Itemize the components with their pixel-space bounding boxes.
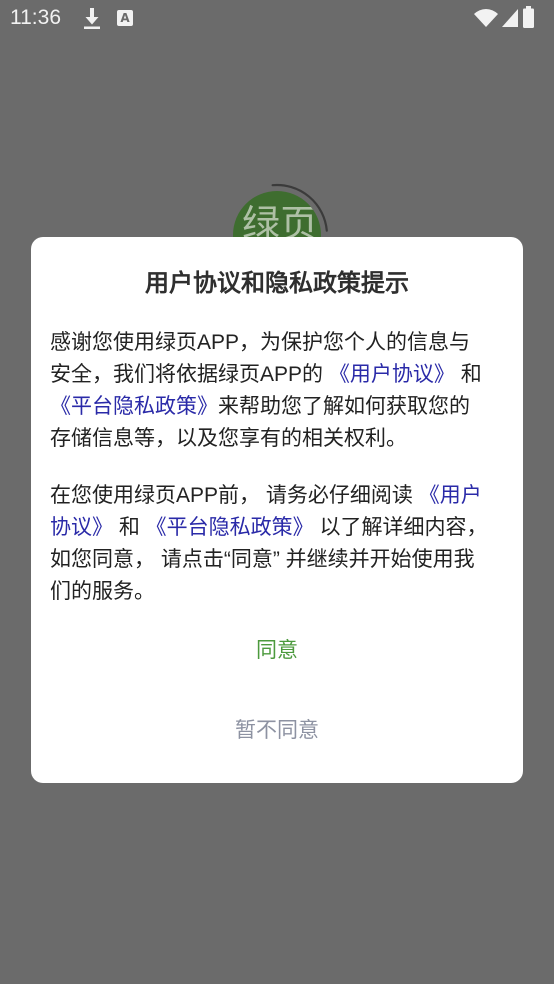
status-bar: 11:36 A [0, 0, 554, 37]
notice-connector: 和 [113, 516, 146, 539]
intro-connector: 和 [454, 363, 482, 386]
font-a-icon: A [117, 10, 133, 26]
privacy-dialog: 用户协议和隐私政策提示 感谢您使用绿页APP，为保护您个人的信息与安全，我们将依… [31, 237, 523, 783]
agree-button[interactable]: 同意 [31, 623, 523, 679]
signal-icon [502, 9, 518, 27]
privacy-policy-link[interactable]: 《平台隐私政策》 [50, 395, 218, 418]
download-icon [84, 8, 100, 29]
disagree-button[interactable]: 暂不同意 [31, 703, 523, 759]
notice-text-before: 在您使用绿页APP前， 请务必仔细阅读 [50, 484, 419, 507]
wifi-icon [474, 9, 498, 27]
notice-privacy-policy-link[interactable]: 《平台隐私政策》 [146, 516, 314, 539]
dialog-title: 用户协议和隐私政策提示 [145, 270, 409, 297]
battery-icon [523, 6, 534, 28]
screen: 11:36 A 绿页 用户协议和隐私政策提示 感谢您使用绿页APP，为保护您个人… [0, 0, 554, 984]
status-time: 11:36 [10, 6, 61, 29]
notice-paragraph: 在您使用绿页APP前， 请务必仔细阅读 《用户协议》 和 《平台隐私政策》 以了… [50, 480, 490, 608]
intro-paragraph: 感谢您使用绿页APP，为保护您个人的信息与安全，我们将依据绿页APP的 《用户协… [50, 327, 490, 455]
font-a-icon-letter: A [120, 11, 130, 25]
user-agreement-link[interactable]: 《用户协议》 [329, 363, 455, 386]
